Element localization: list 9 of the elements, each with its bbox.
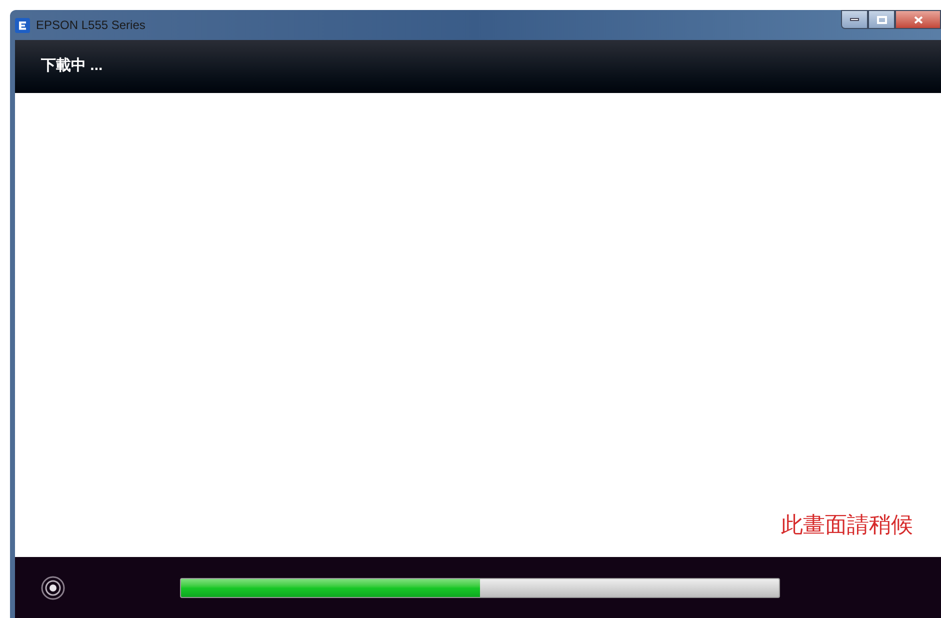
close-button[interactable] <box>895 10 941 29</box>
maximize-button[interactable] <box>868 10 895 29</box>
close-icon <box>914 16 922 24</box>
target-icon <box>41 576 65 600</box>
header-title: 下載中 ... <box>41 56 103 76</box>
app-logo-icon <box>15 18 30 32</box>
notice-text: 此畫面請稍候 <box>781 511 913 539</box>
window-title: EPSON L555 Series <box>36 17 146 34</box>
minimize-button[interactable] <box>841 10 868 29</box>
